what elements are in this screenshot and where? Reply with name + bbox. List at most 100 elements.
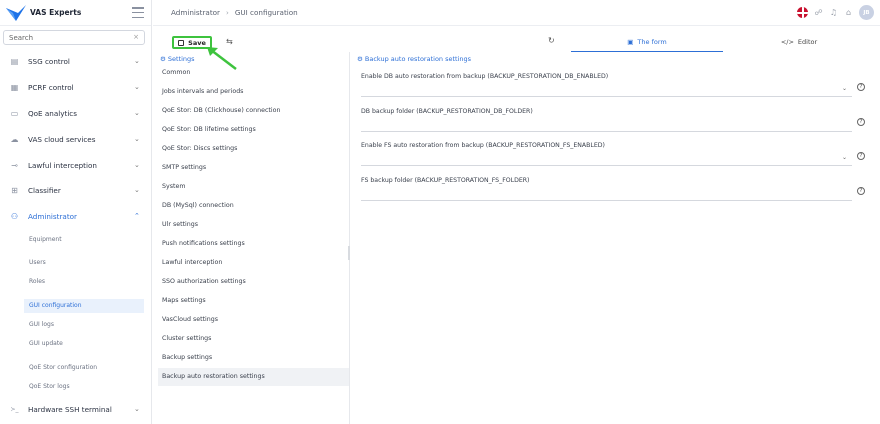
sidebar-subitem-users[interactable]: Users (24, 256, 144, 270)
sidebar-subitem-equipment[interactable]: Equipment (24, 233, 144, 247)
header-actions: ☍ ♫ ⌂ JB (797, 5, 874, 20)
field-input[interactable]: FS backup folder (BACKUP_RESTORATION_FS_… (361, 177, 852, 201)
panel-splitter[interactable] (348, 246, 350, 260)
menu-toggle-icon[interactable] (132, 7, 144, 18)
help-icon[interactable]: ? (857, 187, 865, 195)
settings-item-backup-settings[interactable]: Backup settings (158, 349, 349, 367)
tab-label: Editor (797, 38, 818, 46)
settings-item-lawful-interception[interactable]: Lawful interception (158, 254, 349, 272)
search-clear-icon[interactable]: × (133, 33, 139, 41)
settings-item-vascloud-settings[interactable]: VasCloud settings (158, 311, 349, 329)
sidebar-subitem-qoe-stor-configuration[interactable]: QoE Stor configuration (24, 361, 144, 375)
interception-icon: ⊸ (11, 160, 18, 170)
refresh-icon[interactable]: ↻ (548, 36, 555, 45)
chevron-down-icon[interactable]: ⌄ (842, 85, 847, 92)
tab-the-form[interactable]: ▣ The form (571, 38, 723, 52)
settings-item-qoe-stor-db-clickhouse-connection[interactable]: QoE Stor: DB (Clickhouse) connection (158, 102, 349, 120)
language-flag-icon[interactable] (797, 7, 808, 18)
form-tab-icon: ▣ (627, 38, 634, 46)
terminal-icon: ≻_ (10, 405, 19, 413)
settings-item-ulr-settings[interactable]: Ulr settings (158, 216, 349, 234)
settings-icon: ⚙ (160, 55, 166, 63)
settings-item-db-mysql-connection[interactable]: DB (MySql) connection (158, 197, 349, 215)
settings-item-push-notifications-settings[interactable]: Push notifications settings (158, 235, 349, 253)
notifications-icon[interactable]: ☍ (814, 8, 823, 17)
sidebar-item-lawful-interception[interactable]: ⊸ Lawful interception ⌄ (0, 156, 152, 174)
settings-title-label: Settings (167, 55, 195, 63)
sidebar-item-label: QoE analytics (28, 108, 78, 118)
field-label: FS backup folder (BACKUP_RESTORATION_FS_… (361, 177, 530, 184)
sidebar-item-hardware-ssh-terminal[interactable]: ≻_ Hardware SSH terminal ⌄ (0, 400, 152, 418)
grid-icon: ▤ (10, 56, 19, 66)
breadcrumb-root[interactable]: Administrator (171, 8, 220, 17)
sidebar-item-administrator[interactable]: ⚇ Administrator ⌃ (0, 207, 152, 225)
settings-item-sso-authorization-settings[interactable]: SSO authorization settings (158, 273, 349, 291)
sidebar-item-qoe-analytics[interactable]: ▭ QoE analytics ⌄ (0, 104, 152, 122)
sidebar-subitem-qoe-stor-logs[interactable]: QoE Stor logs (24, 380, 144, 394)
settings-item-qoe-stor-db-lifetime-settings[interactable]: QoE Stor: DB lifetime settings (158, 121, 349, 139)
chevron-down-icon: ⌄ (134, 56, 140, 65)
brand-logo-icon (6, 4, 26, 21)
chart-icon: ▭ (10, 108, 19, 118)
tab-label: The form (637, 38, 667, 46)
form-title-label: Backup auto restoration settings (364, 55, 472, 63)
bell-icon[interactable]: ♫ (829, 8, 838, 17)
settings-item-jobs-intervals-and-periods[interactable]: Jobs intervals and periods (158, 83, 349, 101)
sidebar-item-pcrf-control[interactable]: ▦ PCRF control ⌄ (0, 78, 152, 96)
cloud-icon: ☁ (10, 134, 19, 144)
settings-item-cluster-settings[interactable]: Cluster settings (158, 330, 349, 348)
search-input[interactable]: Search × (3, 30, 145, 45)
toolbar: Save ⇆ ↻ ▣ The form </> Editor (153, 34, 880, 52)
chevron-down-icon: ⌄ (134, 404, 140, 413)
sidebar-subitem-gui-configuration[interactable]: GUI configuration (24, 299, 144, 313)
settings-item-common[interactable]: Common (158, 64, 349, 82)
settings-item-qoe-stor-discs-settings[interactable]: QoE Stor: Discs settings (158, 140, 349, 158)
field-select[interactable]: Enable FS auto restoration from backup (… (361, 142, 852, 166)
sidebar-item-label: SSG control (28, 56, 70, 66)
sidebar-item-label: Hardware SSH terminal (28, 404, 112, 414)
settings-item-system[interactable]: System (158, 178, 349, 196)
sidebar-subitem-gui-logs[interactable]: GUI logs (24, 318, 144, 332)
sidebar: VAS Experts Search × ▤ SSG control ⌄ ▦ PC… (0, 0, 152, 424)
pcrf-icon: ▦ (10, 82, 19, 92)
sidebar-item-vas-cloud-services[interactable]: ☁ VAS cloud services ⌄ (0, 130, 152, 148)
field-label: Enable DB auto restoration from backup (… (361, 73, 609, 80)
sidebar-item-classifier[interactable]: ⊞ Classifier ⌄ (0, 181, 152, 199)
sidebar-item-label: Lawful interception (28, 160, 97, 170)
sidebar-subitem-gui-update[interactable]: GUI update (24, 337, 144, 351)
save-label: Save (188, 38, 206, 47)
sidebar-subitem-roles[interactable]: Roles (24, 275, 144, 289)
chevron-down-icon: ⌄ (134, 108, 140, 117)
sidebar-item-label: Administrator (28, 211, 77, 221)
field-input[interactable]: DB backup folder (BACKUP_RESTORATION_DB_… (361, 108, 852, 132)
chevron-down-icon: ⌄ (134, 185, 140, 194)
settings-title: ⚙ Settings (160, 55, 195, 63)
avatar[interactable]: JB (859, 5, 874, 20)
settings-item-maps-settings[interactable]: Maps settings (158, 292, 349, 310)
sidebar-item-label: VAS cloud services (28, 134, 96, 144)
field-label: Enable FS auto restoration from backup (… (361, 142, 605, 149)
field-select[interactable]: Enable DB auto restoration from backup (… (361, 73, 852, 97)
tree-icon: ⊞ (11, 185, 18, 195)
chevron-down-icon[interactable]: ⌄ (842, 154, 847, 161)
help-icon[interactable]: ? (857, 152, 865, 160)
sidebar-item-ssg-control[interactable]: ▤ SSG control ⌄ (0, 52, 152, 70)
chevron-down-icon: ⌄ (134, 134, 140, 143)
brand[interactable]: VAS Experts (0, 0, 151, 26)
settings-item-backup-auto-restoration-settings[interactable]: Backup auto restoration settings (158, 368, 349, 386)
chevron-down-icon: ⌄ (134, 82, 140, 91)
help-icon[interactable]: ? (857, 118, 865, 126)
sidebar-item-label: PCRF control (28, 82, 74, 92)
breadcrumb-separator: › (226, 8, 229, 17)
sidebar-item-label: Classifier (28, 185, 61, 195)
header: Administrator › GUI configuration ☍ ♫ ⌂ … (153, 0, 880, 26)
settings-item-smtp-settings[interactable]: SMTP settings (158, 159, 349, 177)
breadcrumb-current: GUI configuration (234, 8, 298, 17)
save-icon (178, 39, 185, 46)
field-label: DB backup folder (BACKUP_RESTORATION_DB_… (361, 108, 533, 115)
tab-editor[interactable]: </> Editor (723, 38, 875, 52)
code-icon: </> (780, 38, 794, 46)
chevron-down-icon: ⌄ (134, 160, 140, 169)
help-icon[interactable]: ⌂ (844, 8, 853, 17)
help-icon[interactable]: ? (857, 83, 865, 91)
